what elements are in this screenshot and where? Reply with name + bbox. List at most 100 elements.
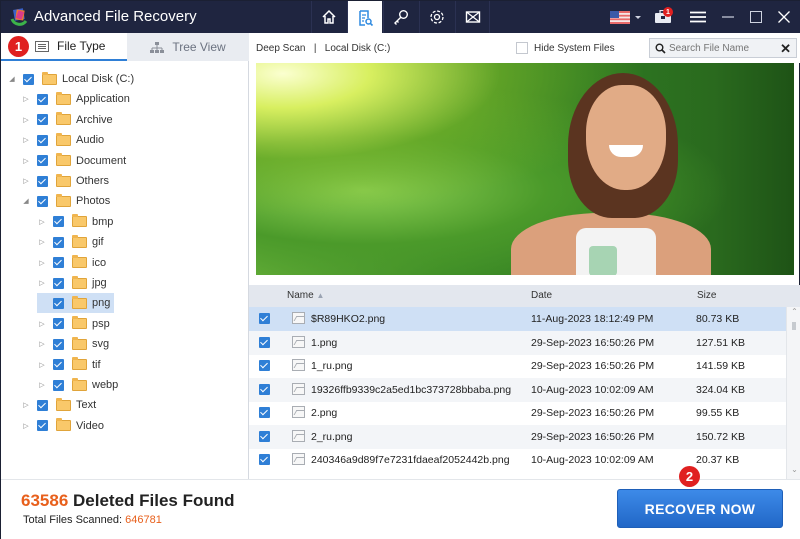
tree-item[interactable]: ▷ Application (21, 89, 130, 109)
table-row[interactable]: $R89HKO2.png 11-Aug-2023 18:12:49 PM 80.73… (249, 307, 786, 331)
table-row[interactable]: 240346a9d89f7e7231fdaeaf2052442b.png 10-A… (249, 448, 786, 472)
tree-item-checkbox[interactable] (23, 73, 34, 85)
table-row[interactable]: 19326ffb9339c2a5ed1bc373728bbaba.png 10-A… (249, 377, 786, 402)
row-checkbox[interactable] (259, 407, 270, 418)
tree-item[interactable]: ▷ Text (21, 395, 96, 415)
collapsed-arrow-icon[interactable]: ▷ (37, 340, 47, 348)
collapsed-arrow-icon[interactable]: ▷ (37, 238, 47, 246)
row-checkbox[interactable] (259, 430, 270, 442)
tree-item-checkbox[interactable] (53, 236, 64, 248)
tree-item[interactable]: ▷ gif (37, 232, 104, 252)
row-checkbox[interactable] (259, 383, 270, 395)
recover-now-button[interactable]: RECOVER NOW (617, 489, 783, 528)
app-logo-icon (10, 8, 28, 26)
collapsed-arrow-icon[interactable]: ▷ (37, 361, 47, 369)
minimize-button[interactable] (715, 1, 741, 33)
tree-item[interactable]: ▷ ico (37, 253, 106, 273)
tree-item-checkbox[interactable] (37, 399, 48, 411)
row-checkbox[interactable] (259, 360, 270, 371)
tree-item[interactable]: png (37, 293, 115, 314)
table-row[interactable]: 1_ru.png 29-Sep-2023 16:50:26 PM 141.59 KB (249, 354, 786, 378)
nav-scan-tab[interactable] (347, 1, 382, 34)
collapsed-arrow-icon[interactable]: ▷ (37, 218, 47, 226)
tree-item-checkbox[interactable] (53, 318, 64, 330)
search-input[interactable] (669, 42, 779, 54)
tree-item-checkbox[interactable] (53, 379, 64, 391)
nav-settings-tab[interactable] (419, 1, 454, 33)
language-selector[interactable] (609, 1, 643, 33)
clear-search-icon[interactable]: ✕ (780, 41, 791, 57)
tree-item-checkbox[interactable] (37, 420, 48, 432)
scroll-thumb[interactable] (792, 322, 796, 330)
tree-item-checkbox[interactable] (53, 297, 64, 309)
tab-tree-view[interactable]: Tree View (127, 33, 249, 61)
collapsed-arrow-icon[interactable]: ▷ (37, 259, 47, 267)
tree-item-checkbox[interactable] (53, 216, 64, 228)
tree-item[interactable]: ▷ jpg (37, 273, 107, 293)
maximize-button[interactable] (743, 1, 769, 33)
hide-system-files-checkbox[interactable] (516, 42, 528, 54)
table-row[interactable]: 2.png 29-Sep-2023 16:50:26 PM 99.55 KB (249, 401, 786, 425)
scroll-up-icon[interactable]: ⌃ (787, 307, 800, 321)
tree-item-checkbox[interactable] (37, 195, 48, 207)
row-checkbox[interactable] (259, 454, 270, 465)
tree-item[interactable]: ▷ Audio (21, 130, 104, 150)
tree-item-checkbox[interactable] (53, 277, 64, 289)
tree-item[interactable]: ▷ bmp (37, 212, 113, 232)
tree-item[interactable]: ▷ Archive (21, 110, 113, 130)
row-checkbox[interactable] (259, 313, 270, 324)
tree-item[interactable]: ▷ webp (37, 375, 118, 395)
mail-icon (465, 11, 480, 23)
tree-item-checkbox[interactable] (37, 175, 48, 187)
table-row[interactable]: 1.png 29-Sep-2023 16:50:26 PM 127.51 KB (249, 330, 786, 355)
collapsed-arrow-icon[interactable]: ▷ (21, 401, 31, 409)
tree-item-checkbox[interactable] (53, 257, 64, 269)
collapsed-arrow-icon[interactable]: ▷ (21, 116, 31, 124)
tree-item[interactable]: ▷ psp (37, 314, 110, 334)
hide-system-files-label[interactable]: Hide System Files (534, 43, 615, 54)
tree-item[interactable]: ▷ Others (21, 171, 109, 191)
image-file-icon (292, 359, 305, 371)
expanded-arrow-icon[interactable]: ◢ (21, 197, 31, 205)
tree-item[interactable]: ◢ Photos (21, 191, 110, 211)
tree-item[interactable]: ▷ Document (21, 151, 126, 171)
scanned-label: Total Files Scanned: (23, 514, 126, 526)
vertical-scrollbar[interactable]: ⌃ ⌄ (786, 307, 800, 479)
collapsed-arrow-icon[interactable]: ▷ (37, 279, 47, 287)
tree-item-label: Application (76, 93, 130, 106)
tab-tree-view-label: Tree View (172, 40, 226, 54)
collapsed-arrow-icon[interactable]: ▷ (37, 381, 47, 389)
close-button[interactable] (771, 1, 797, 33)
tree-item[interactable]: ▷ svg (37, 334, 109, 354)
column-name[interactable]: Name ▲ (287, 290, 324, 301)
sort-ascending-icon: ▲ (316, 291, 325, 300)
collapsed-arrow-icon[interactable]: ▷ (21, 136, 31, 144)
tree-item-checkbox[interactable] (37, 155, 48, 167)
tree-item[interactable]: ◢ Local Disk (C:) (7, 69, 134, 89)
tree-item-checkbox[interactable] (37, 93, 48, 105)
title-bar: Advanced File Recovery 1 (1, 1, 800, 34)
tree-item-checkbox[interactable] (37, 114, 48, 126)
expanded-arrow-icon[interactable]: ◢ (7, 75, 17, 83)
table-row[interactable]: 2_ru.png 29-Sep-2023 16:50:26 PM 150.72 KB (249, 424, 786, 449)
scroll-down-icon[interactable]: ⌄ (787, 465, 800, 479)
tree-item-checkbox[interactable] (53, 338, 64, 350)
collapsed-arrow-icon[interactable]: ▷ (37, 320, 47, 328)
row-checkbox[interactable] (259, 336, 270, 348)
collapsed-arrow-icon[interactable]: ▷ (21, 157, 31, 165)
column-size[interactable]: Size (697, 290, 716, 301)
tree-item-label: Audio (76, 134, 105, 147)
nav-key-tab[interactable] (383, 1, 418, 33)
tree-item-checkbox[interactable] (37, 134, 48, 146)
collapsed-arrow-icon[interactable]: ▷ (21, 422, 31, 430)
nav-mail-tab[interactable] (455, 1, 490, 33)
tree-item[interactable]: ▷ Video (21, 416, 104, 436)
tree-item[interactable]: ▷ tif (37, 355, 101, 375)
column-date[interactable]: Date (531, 290, 552, 301)
collapsed-arrow-icon[interactable]: ▷ (21, 177, 31, 185)
menu-button[interactable] (685, 1, 711, 33)
collapsed-arrow-icon[interactable]: ▷ (21, 95, 31, 103)
nav-home-tab[interactable] (311, 1, 346, 33)
tree-item-checkbox[interactable] (53, 359, 64, 371)
notifications-button[interactable]: 1 (649, 1, 677, 33)
